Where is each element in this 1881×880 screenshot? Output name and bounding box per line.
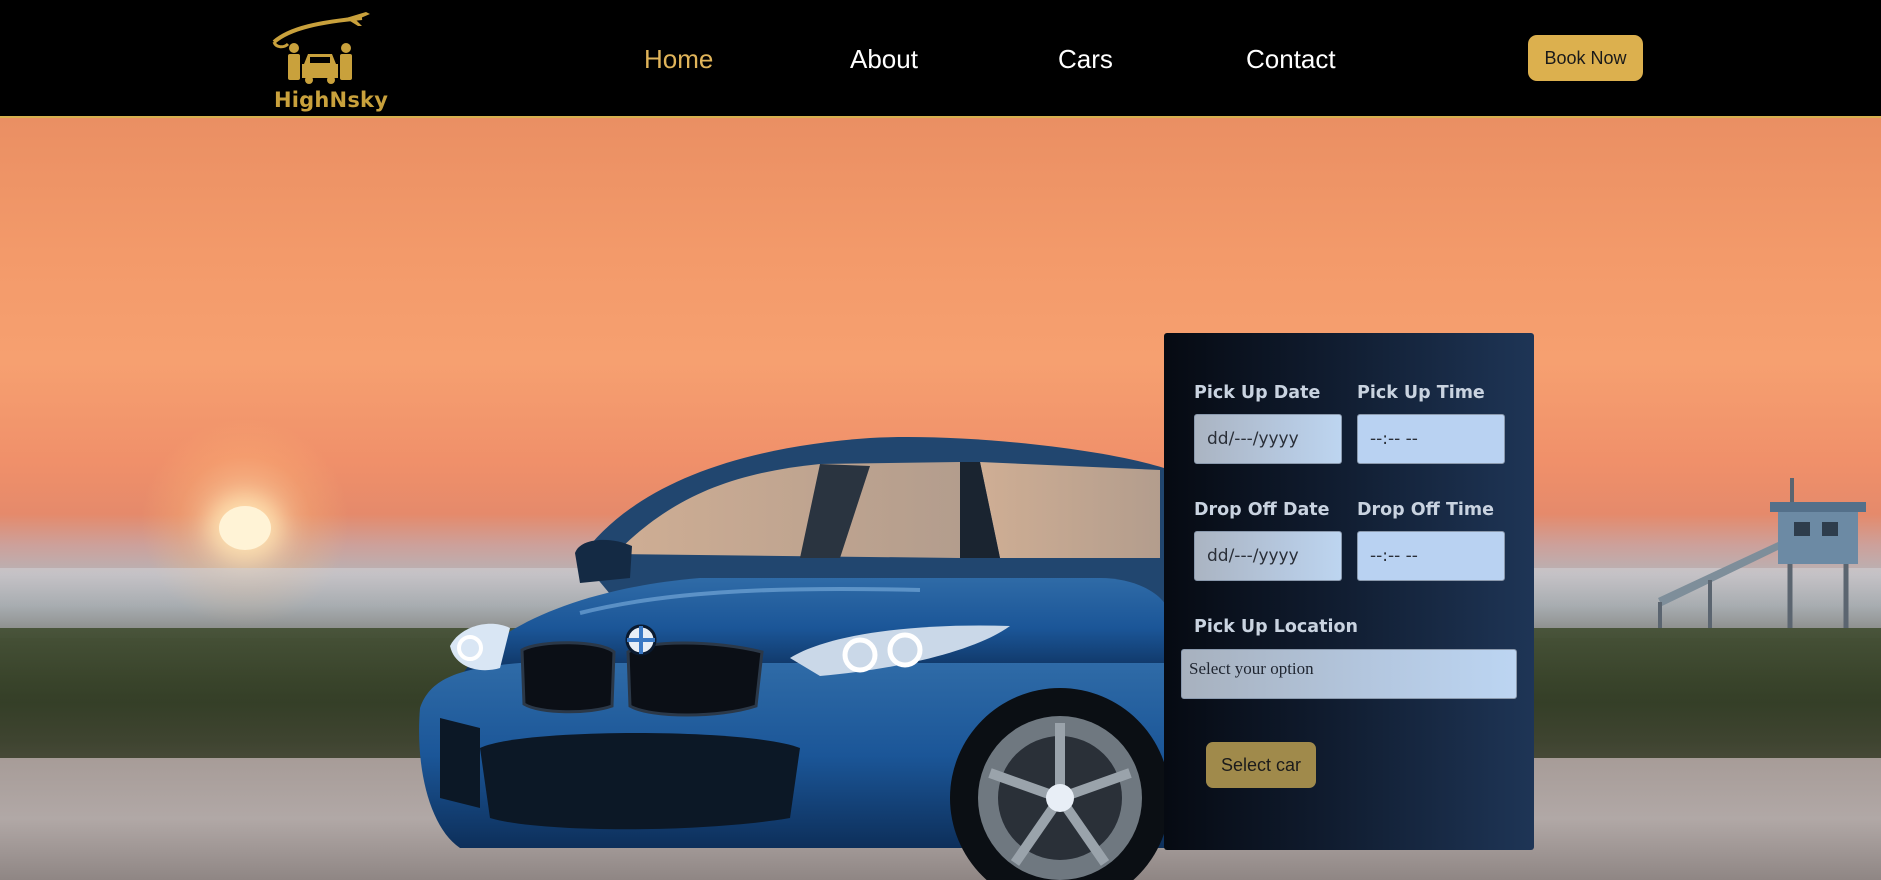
top-navbar: HighNsky Home About Cars Contact Book No…	[0, 0, 1881, 118]
booking-panel: Pick Up Date Pick Up Time dd/---/yyyy --…	[1164, 333, 1534, 850]
pickup-location-select[interactable]: Select your option	[1181, 649, 1517, 699]
hero-background-image	[0, 118, 1881, 880]
select-car-button[interactable]: Select car	[1206, 742, 1316, 788]
car-photo	[419, 437, 1170, 880]
nav-contact-link[interactable]: Contact	[1246, 44, 1336, 75]
lifeguard-tower-icon	[1658, 478, 1866, 628]
pickup-time-input[interactable]: --:-- --	[1357, 414, 1505, 464]
pickup-time-label: Pick Up Time	[1357, 383, 1485, 403]
sun-icon	[219, 506, 271, 550]
pickup-location-label: Pick Up Location	[1194, 617, 1358, 637]
pickup-date-input[interactable]: dd/---/yyyy	[1194, 414, 1342, 464]
nav-cars-link[interactable]: Cars	[1058, 44, 1113, 75]
nav-about-link[interactable]: About	[850, 44, 918, 75]
car-plane-people-logo-icon	[272, 12, 370, 84]
brand-name: HighNsky	[274, 88, 389, 112]
dropoff-date-input[interactable]: dd/---/yyyy	[1194, 531, 1342, 581]
dropoff-time-label: Drop Off Time	[1357, 500, 1494, 520]
book-now-button[interactable]: Book Now	[1528, 35, 1643, 81]
dropoff-date-label: Drop Off Date	[1194, 500, 1330, 520]
pickup-date-label: Pick Up Date	[1194, 383, 1321, 403]
nav-home-link[interactable]: Home	[644, 44, 713, 75]
brand-logo[interactable]: HighNsky	[268, 8, 388, 112]
dropoff-time-input[interactable]: --:-- --	[1357, 531, 1505, 581]
